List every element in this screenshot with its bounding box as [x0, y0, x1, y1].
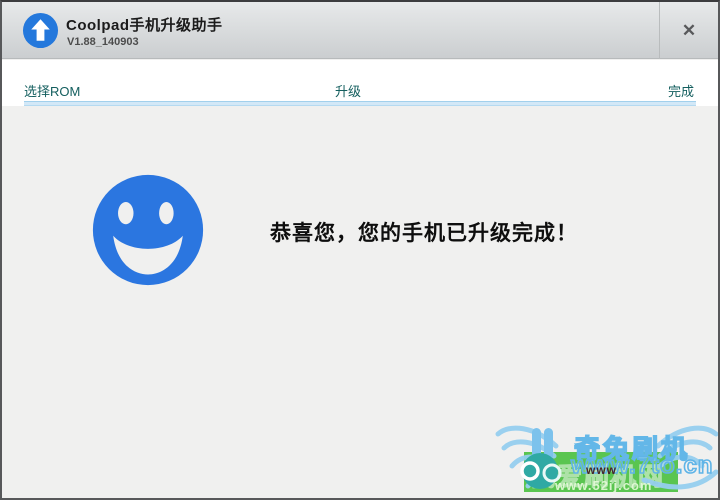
upload-arrow-app-icon: [22, 12, 59, 49]
step-complete[interactable]: 完成: [668, 81, 694, 100]
step-nav: 选择ROM 升级 完成: [2, 60, 718, 106]
app-version: V1.88_140903: [67, 36, 139, 48]
title-bar: Coolpad手机升级助手 V1.88_140903 ✕: [2, 2, 718, 59]
app-window: Coolpad手机升级助手 V1.88_140903 ✕ 选择ROM 升级 完成…: [0, 0, 720, 500]
progress-bar: [24, 101, 696, 106]
step-upgrade[interactable]: 升级: [335, 81, 361, 100]
completion-message: 恭喜您，您的手机已升级完成！: [270, 222, 578, 245]
watermark-www-overlay: www: [586, 463, 618, 477]
app-title: Coolpad手机升级助手: [66, 17, 223, 34]
watermark-secondary-url: www.52ij.com: [555, 478, 653, 493]
step-select-rom[interactable]: 选择ROM: [24, 81, 80, 100]
smiley-face-icon: [92, 174, 204, 286]
close-icon[interactable]: ✕: [660, 2, 718, 59]
